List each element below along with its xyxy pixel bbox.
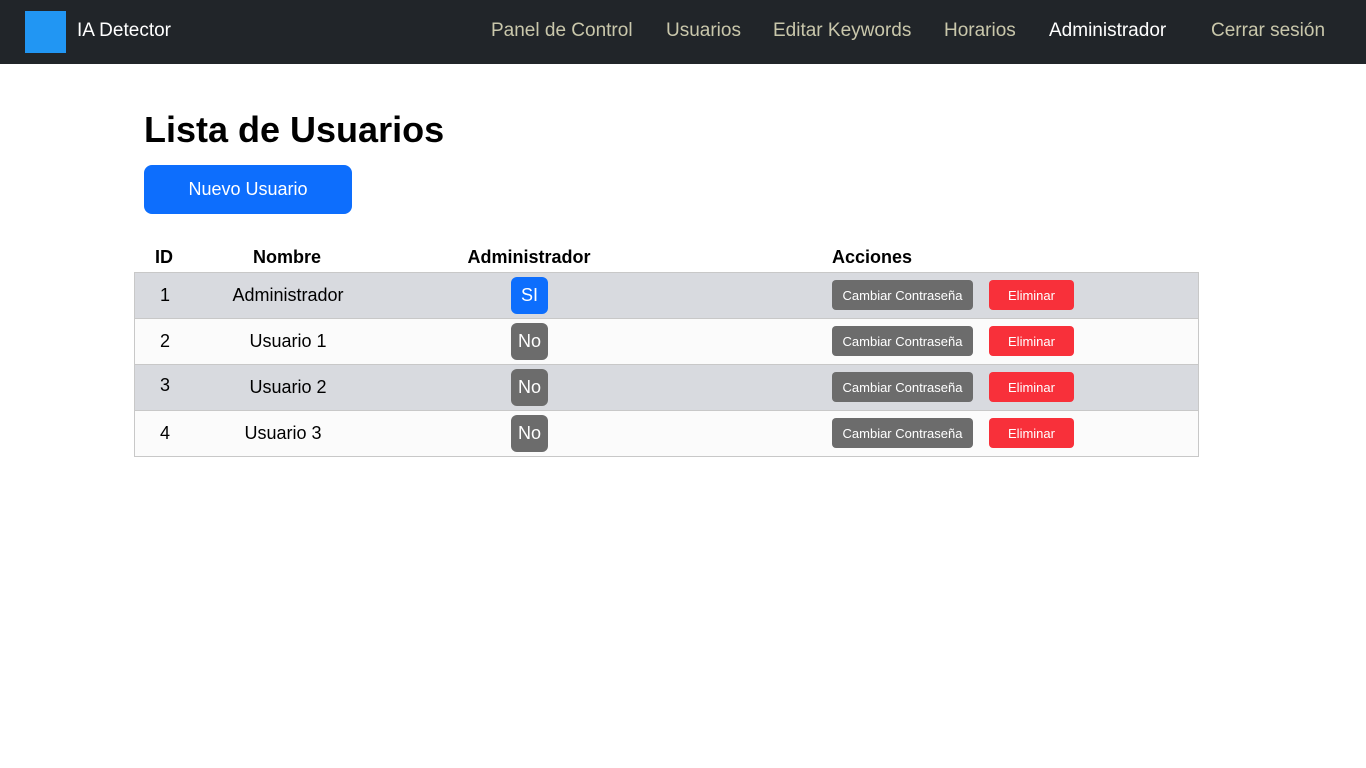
change-password-button[interactable]: Cambiar Contraseña xyxy=(832,372,973,402)
user-name: Usuario 3 xyxy=(244,423,322,443)
user-id: 1 xyxy=(159,285,170,305)
brand-logo[interactable] xyxy=(25,11,66,53)
new-user-button[interactable]: Nuevo Usuario xyxy=(144,165,352,214)
user-id: 3 xyxy=(159,375,170,395)
nav-link-cerrar-sesion[interactable]: Cerrar sesión xyxy=(1211,19,1325,43)
nav-link-administrador[interactable]: Administrador xyxy=(1049,19,1166,43)
nav-link-horarios[interactable]: Horarios xyxy=(944,19,1016,43)
nav-link-panel-de-control[interactable]: Panel de Control xyxy=(491,19,633,43)
change-password-button[interactable]: Cambiar Contraseña xyxy=(832,418,973,448)
nav-link-editar-keywords[interactable]: Editar Keywords xyxy=(773,19,911,43)
admin-badge: SI xyxy=(511,277,548,314)
top-navbar: IA Detector Panel de Control Usuarios Ed… xyxy=(0,0,1366,64)
delete-button[interactable]: Eliminar xyxy=(989,418,1074,448)
delete-button[interactable]: Eliminar xyxy=(989,326,1074,356)
table-row: 3 Usuario 2 No Cambiar Contraseña Elimin… xyxy=(134,364,1199,410)
table-row: 2 Usuario 1 No Cambiar Contraseña Elimin… xyxy=(134,318,1199,364)
admin-badge: No xyxy=(511,369,548,406)
column-header-administrador: Administrador xyxy=(467,247,591,267)
change-password-button[interactable]: Cambiar Contraseña xyxy=(832,326,973,356)
column-header-acciones: Acciones xyxy=(832,247,913,267)
admin-badge: No xyxy=(511,323,548,360)
column-header-nombre: Nombre xyxy=(252,247,321,267)
change-password-button[interactable]: Cambiar Contraseña xyxy=(832,280,973,310)
table-row: 4 Usuario 3 No Cambiar Contraseña Elimin… xyxy=(134,410,1199,457)
nav-link-usuarios[interactable]: Usuarios xyxy=(666,19,741,43)
user-id: 4 xyxy=(159,423,170,443)
delete-button[interactable]: Eliminar xyxy=(989,372,1074,402)
table-row: 1 Administrador SI Cambiar Contraseña El… xyxy=(134,272,1199,318)
brand-name[interactable]: IA Detector xyxy=(77,19,171,43)
admin-badge: No xyxy=(511,415,548,452)
user-name: Usuario 2 xyxy=(249,377,327,397)
page-title: Lista de Usuarios xyxy=(144,109,445,150)
user-name: Administrador xyxy=(232,285,344,305)
user-id: 2 xyxy=(159,331,170,351)
column-header-id: ID xyxy=(155,247,173,267)
user-name: Usuario 1 xyxy=(249,331,327,351)
delete-button[interactable]: Eliminar xyxy=(989,280,1074,310)
